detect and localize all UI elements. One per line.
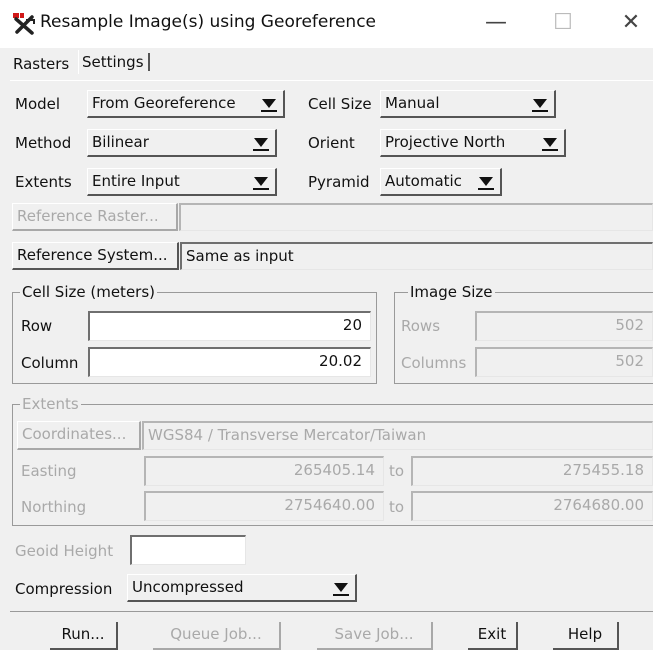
easting-to-field[interactable]: 275455.18 (411, 456, 653, 486)
extents-value: Entire Input (92, 172, 180, 190)
app-icon (13, 13, 35, 35)
chevron-down-icon (542, 134, 558, 152)
method-label: Method (15, 134, 72, 152)
coordinates-button[interactable]: Coordinates... (17, 421, 141, 450)
rows-field[interactable]: 502 (475, 311, 653, 341)
cellsize-value: Manual (385, 94, 440, 112)
reference-raster-field[interactable] (179, 203, 653, 231)
orient-select[interactable]: Projective North (380, 129, 566, 157)
cell-size-group-title-text: Cell Size (meters) (22, 283, 156, 301)
columns-label: Columns (401, 354, 467, 372)
save-job-button[interactable]: Save Job... (317, 622, 433, 650)
tab-rasters[interactable]: Rasters (13, 55, 73, 73)
help-button[interactable]: Help (553, 622, 619, 650)
minimize-button[interactable]: — (476, 10, 516, 35)
easting-to-label: to (389, 462, 405, 480)
northing-to-label: to (389, 498, 405, 516)
tab-settings[interactable]: Settings (82, 53, 150, 71)
row-label: Row (21, 317, 53, 335)
pyramid-value: Automatic (385, 172, 462, 190)
rows-label: Rows (401, 317, 441, 335)
exit-button[interactable]: Exit (468, 622, 518, 650)
extents-group-title-text: Extents (22, 395, 79, 413)
column-label: Column (21, 354, 79, 372)
chevron-down-icon (333, 579, 349, 597)
geoid-height-field[interactable] (130, 535, 246, 565)
orient-label: Orient (308, 134, 355, 152)
northing-label: Northing (21, 498, 87, 516)
tab-divider (78, 50, 79, 74)
method-value: Bilinear (92, 133, 149, 151)
close-button[interactable]: ✕ (611, 10, 651, 35)
extents-label: Extents (15, 173, 72, 191)
chevron-down-icon (532, 95, 548, 113)
columns-field[interactable]: 502 (475, 347, 653, 377)
compression-label: Compression (15, 580, 113, 598)
easting-from-field[interactable]: 265405.14 (144, 456, 384, 486)
chevron-down-icon (253, 134, 269, 152)
coordinates-field[interactable]: WGS84 / Transverse Mercator/Taiwan (142, 421, 653, 450)
reference-raster-button[interactable]: Reference Raster... (12, 203, 178, 231)
queue-job-button[interactable]: Queue Job... (153, 622, 281, 650)
bottom-separator (10, 611, 653, 612)
pyramid-label: Pyramid (308, 173, 370, 191)
extents-group-title: Extents (20, 395, 81, 413)
model-label: Model (15, 95, 61, 113)
column-field[interactable]: 20.02 (88, 347, 371, 377)
easting-label: Easting (21, 462, 77, 480)
northing-from-field[interactable]: 2754640.00 (144, 491, 384, 521)
row-field[interactable]: 20 (88, 311, 371, 341)
compression-select[interactable]: Uncompressed (127, 574, 357, 602)
cellsize-label: Cell Size (308, 95, 372, 113)
maximize-button[interactable]: ☐ (543, 10, 583, 35)
extents-select[interactable]: Entire Input (87, 168, 277, 196)
image-size-group-title: Image Size (408, 283, 495, 301)
image-size-group-title-text: Image Size (410, 283, 493, 301)
reference-system-field[interactable]: Same as input (180, 242, 653, 270)
chevron-down-icon (253, 173, 269, 191)
model-value: From Georeference (92, 94, 236, 112)
chevron-down-icon (261, 95, 277, 113)
geoid-height-label: Geoid Height (15, 542, 114, 560)
window-title: Resample Image(s) using Georeference (40, 12, 377, 32)
chevron-down-icon (478, 173, 494, 191)
pyramid-select[interactable]: Automatic (380, 168, 502, 196)
run-button[interactable]: Run... (50, 622, 118, 650)
tab-separator (10, 80, 653, 81)
reference-system-button[interactable]: Reference System... (12, 242, 179, 270)
compression-value: Uncompressed (132, 578, 244, 596)
method-select[interactable]: Bilinear (87, 129, 277, 157)
cellsize-select[interactable]: Manual (380, 90, 556, 118)
orient-value: Projective North (385, 133, 506, 151)
cell-size-group-title: Cell Size (meters) (20, 283, 158, 301)
model-select[interactable]: From Georeference (87, 90, 285, 118)
northing-to-field[interactable]: 2764680.00 (411, 491, 653, 521)
